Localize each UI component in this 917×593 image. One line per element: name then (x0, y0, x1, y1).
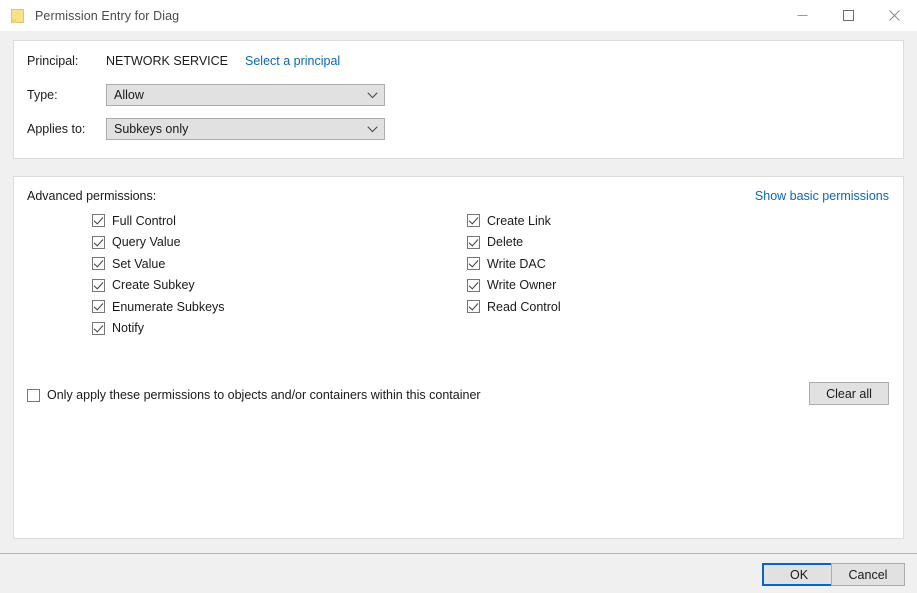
type-value: Allow (114, 88, 144, 102)
checkbox-indicator (92, 214, 105, 227)
permission-label: Full Control (112, 213, 176, 228)
window-title: Permission Entry for Diag (35, 8, 180, 23)
folder-icon (10, 8, 26, 24)
type-dropdown[interactable]: Allow (106, 84, 385, 106)
only-apply-checkbox[interactable]: Only apply these permissions to objects … (27, 388, 481, 402)
checkbox-indicator (92, 321, 105, 335)
permissions-left-column: Full Control Query Value Set Value Creat… (92, 210, 225, 339)
permission-label: Query Value (112, 235, 181, 249)
permission-label: Enumerate Subkeys (112, 299, 225, 314)
permission-checkbox-write-dac[interactable]: Write DAC (467, 253, 561, 274)
principal-value: NETWORK SERVICE (106, 54, 229, 68)
applies-to-label: Applies to: (27, 122, 86, 136)
permission-checkbox-full-control[interactable]: Full Control (92, 210, 225, 231)
permissions-right-column: Create Link Delete Write DAC Write Owner… (467, 210, 561, 318)
permission-checkbox-create-subkey[interactable]: Create Subkey (92, 275, 225, 296)
minimize-icon[interactable] (779, 0, 825, 31)
permission-label: Read Control (487, 299, 561, 314)
checkbox-indicator (92, 300, 105, 313)
applies-to-dropdown[interactable]: Subkeys only (106, 118, 385, 140)
applies-to-value: Subkeys only (114, 122, 189, 136)
permission-label: Notify (112, 321, 144, 335)
clear-all-button[interactable]: Clear all (809, 382, 889, 405)
permission-label: Delete (487, 235, 524, 249)
permission-label: Write Owner (487, 278, 557, 292)
ok-button[interactable]: OK (762, 563, 836, 586)
only-apply-label: Only apply these permissions to objects … (47, 388, 481, 402)
cancel-button[interactable]: Cancel (831, 563, 905, 586)
dialog-footer: OK Cancel (0, 554, 917, 593)
checkbox-indicator (467, 235, 480, 249)
permission-checkbox-create-link[interactable]: Create Link (467, 210, 561, 231)
permission-checkbox-delete[interactable]: Delete (467, 232, 561, 253)
dialog-body: Principal: NETWORK SERVICE Select a prin… (0, 31, 917, 551)
show-basic-permissions-link[interactable]: Show basic permissions (755, 189, 889, 203)
permission-label: Write DAC (487, 256, 546, 271)
checkbox-indicator (467, 300, 480, 313)
advanced-permissions-label: Advanced permissions: (27, 189, 157, 203)
principal-label: Principal: (27, 54, 79, 68)
checkbox-indicator (92, 278, 105, 292)
close-icon[interactable] (871, 0, 917, 31)
maximize-icon[interactable] (825, 0, 871, 31)
checkbox-indicator (27, 388, 40, 402)
principal-row: Principal: NETWORK SERVICE Select a prin… (27, 54, 340, 68)
principal-panel: Principal: NETWORK SERVICE Select a prin… (13, 40, 904, 159)
checkbox-indicator (92, 235, 105, 249)
type-label: Type: (27, 88, 58, 102)
permission-checkbox-write-owner[interactable]: Write Owner (467, 275, 561, 296)
permission-label: Create Link (487, 213, 551, 228)
checkbox-indicator (467, 257, 480, 270)
select-a-principal-link[interactable]: Select a principal (245, 54, 340, 68)
permission-label: Create Subkey (112, 278, 195, 292)
permission-checkbox-query-value[interactable]: Query Value (92, 232, 225, 253)
applies-to-row: Applies to: Subkeys only (27, 118, 385, 140)
checkbox-indicator (467, 278, 480, 292)
chevron-down-icon (367, 122, 378, 136)
chevron-down-icon (367, 88, 378, 102)
permission-checkbox-read-control[interactable]: Read Control (467, 296, 561, 317)
window-controls (779, 0, 917, 31)
checkbox-indicator (467, 214, 480, 227)
type-row: Type: Allow (27, 84, 385, 106)
permission-checkbox-notify[interactable]: Notify (92, 318, 225, 339)
checkbox-indicator (92, 257, 105, 270)
title-bar: Permission Entry for Diag (0, 0, 917, 31)
permissions-panel: Advanced permissions: Show basic permiss… (13, 176, 904, 539)
permission-label: Set Value (112, 256, 166, 271)
permission-checkbox-set-value[interactable]: Set Value (92, 253, 225, 274)
permission-checkbox-enumerate-subkeys[interactable]: Enumerate Subkeys (92, 296, 225, 317)
